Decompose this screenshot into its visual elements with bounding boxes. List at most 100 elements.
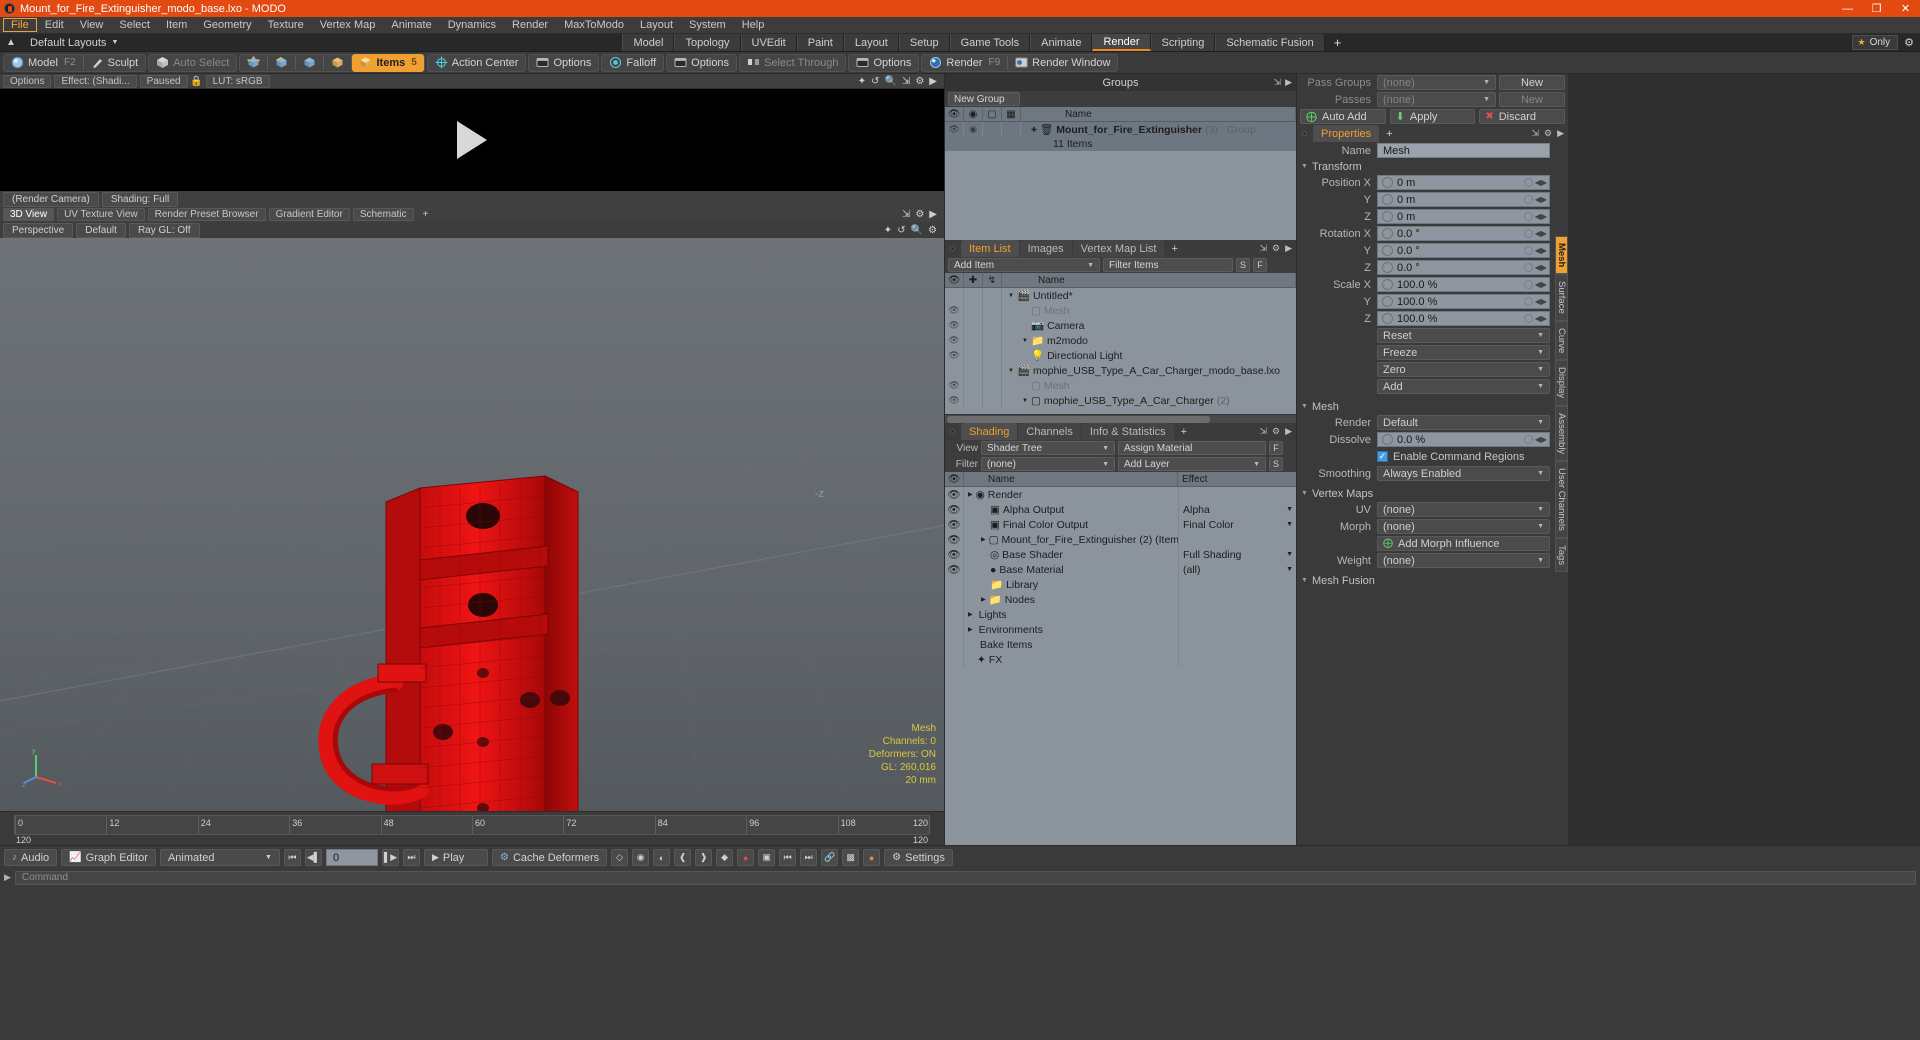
reset-dot-icon[interactable] [1523,246,1533,255]
preview-effect-tab[interactable]: Effect: (Shadi... [54,74,137,88]
shader-tree-row[interactable]: ▶ 📁 Nodes [945,592,1296,607]
spinner-arrows-icon[interactable]: ◀▶ [1535,280,1547,289]
animated-dropdown[interactable]: Animated ▼ [159,849,280,866]
pan-icon[interactable]: ✦ [884,225,892,236]
add-item-button[interactable]: Add Item ▼ [948,258,1100,272]
field-controls[interactable]: ◀▶ [1523,435,1549,444]
viewport-tab-uv-texture-view[interactable]: UV Texture View [57,208,145,221]
reset-dot-icon[interactable] [1523,314,1533,323]
spinner-arrows-icon[interactable]: ◀▶ [1535,263,1547,272]
uv-dropdown[interactable]: (none) ▼ [1377,502,1550,517]
item-list-tab-item-list[interactable]: Item List [961,240,1019,257]
vertex-mode-icon[interactable] [240,54,267,72]
add-shading-tab-button[interactable]: + [1175,423,1193,440]
auto-add-button[interactable]: ⨁ Auto Add [1300,109,1386,124]
transform-value-field[interactable]: 0.0 ° ◀▶ [1377,226,1550,241]
menu-animate[interactable]: Animate [383,18,439,32]
auto-select-button[interactable]: Auto Select [149,54,236,72]
item-list-tab-vertex-map-list[interactable]: Vertex Map List [1072,240,1165,257]
knob-icon[interactable] [1382,245,1393,256]
add-viewport-tab-button[interactable]: + [417,208,435,221]
transform-value-field[interactable]: 0 m ◀▶ [1377,192,1550,207]
expand-plus-icon[interactable]: ✚ [1031,126,1037,134]
play-button[interactable]: ▶ Play [423,849,488,866]
rotate-icon[interactable]: ↺ [871,76,879,87]
side-tab-mesh[interactable]: Mesh [1555,236,1568,275]
row-eye-icon[interactable]: 👁 [945,303,964,318]
spinner-arrows-icon[interactable]: ◀▶ [1535,195,1547,204]
vertex-maps-section-header[interactable]: ▼ Vertex Maps [1297,486,1568,501]
minimize-button[interactable]: — [1833,0,1862,17]
add-morph-influence-button[interactable]: ⨁ Add Morph Influence [1377,536,1550,551]
row-eye-icon[interactable]: 👁 [945,517,964,532]
items-mode-button[interactable]: Items 5 [352,53,424,72]
render-camera-button[interactable]: (Render Camera) [3,191,99,207]
shader-tree-row[interactable]: 📁 Library [945,577,1296,592]
shading-filter-dropdown[interactable]: (none) ▼ [981,457,1115,471]
row-axis-cell[interactable] [983,363,1002,378]
row-move-cell[interactable] [964,378,983,393]
row-axis-cell[interactable] [983,303,1002,318]
row-eye-icon[interactable]: 👁 [945,562,964,577]
gear-icon[interactable]: ⚙ [1272,426,1280,437]
set-key-right-button[interactable]: ❱ [695,849,713,866]
row-eye-icon[interactable]: 👁 [945,122,964,137]
row-eye-icon[interactable]: 👁 [945,378,964,393]
row-move-cell[interactable] [964,348,983,363]
menu-view[interactable]: View [72,18,112,32]
triangle-down-icon[interactable]: ▶ [968,626,973,633]
spinner-arrows-icon[interactable]: ◀▶ [1535,435,1547,444]
knob-icon[interactable] [1382,177,1393,188]
jump-end-button[interactable]: ⏭ [800,849,818,866]
expand-icon[interactable]: ⇲ [1274,77,1282,88]
viewport-tab-render-preset-browser[interactable]: Render Preset Browser [147,208,266,221]
gear-icon[interactable]: ⚙ [928,225,937,236]
row-eye-icon[interactable]: 👁 [945,487,964,502]
row-eye-icon[interactable]: 👁 [945,348,964,363]
next-frame-button[interactable]: ▌▶ [381,849,399,866]
transform-action-reset[interactable]: Reset ▼ [1377,328,1550,343]
shader-tree-row[interactable]: ✦ FX [945,652,1296,667]
transform-value-field[interactable]: 0.0 ° ◀▶ [1377,260,1550,275]
spinner-arrows-icon[interactable]: ◀▶ [1535,178,1547,187]
preview-lut-tab[interactable]: LUT: sRGB [205,74,270,88]
layout-tab-paint[interactable]: Paint [796,34,844,51]
triangle-down-icon[interactable]: ▶ [981,596,986,603]
falloff-options-button[interactable]: Options [667,54,736,72]
side-tab-user-channels[interactable]: User Channels [1555,460,1568,538]
expand-icon[interactable]: ⇲ [1259,243,1267,254]
menu-render[interactable]: Render [504,18,556,32]
apply-button[interactable]: ⬇ Apply [1389,109,1476,124]
shading-tab-info-statistics[interactable]: Info & Statistics [1081,423,1174,440]
row-eye-icon[interactable] [945,363,964,378]
expand-icon[interactable]: ⇲ [902,209,910,220]
default-shading-dropdown[interactable]: Default [76,222,126,238]
menu-geometry[interactable]: Geometry [195,18,259,32]
knob-icon[interactable] [1382,262,1393,273]
transform-action-add[interactable]: Add ▼ [1377,379,1550,394]
row-axis-cell[interactable] [983,333,1002,348]
polygon-mode-icon[interactable] [296,54,323,72]
menu-layout[interactable]: Layout [632,18,681,32]
knob-icon[interactable] [1382,279,1393,290]
groups-list-body[interactable]: 👁 ◉ ✚ 🗑 Mount_for_Fire_Extinguisher (3): Grou… [945,122,1296,240]
knob-icon[interactable] [1382,296,1393,307]
item-list-row[interactable]: ▼ 🎬 Untitled* [945,288,1296,303]
weight-dropdown[interactable]: (none) ▼ [1377,553,1550,568]
transform-value-field[interactable]: 100.0 % ◀▶ [1377,311,1550,326]
shader-effect-cell[interactable]: Alpha ▼ [1178,502,1296,517]
shading-full-button[interactable]: Shading: Full [101,191,179,207]
item-list-row[interactable]: 👁 ▢ Mesh [945,378,1296,393]
spinner-arrows-icon[interactable]: ◀▶ [1535,246,1547,255]
menu-vertex-map[interactable]: Vertex Map [312,18,384,32]
triangle-down-icon[interactable]: ▼ [1008,368,1014,374]
only-toggle[interactable]: ★ Only [1852,35,1899,50]
shader-tree-row[interactable]: ▶ Lights [945,607,1296,622]
item-list-row[interactable]: ▼ 🎬 mophie_USB_Type_A_Car_Charger_modo_bas… [945,363,1296,378]
triangle-down-icon[interactable]: ▶ [968,611,973,618]
select-through-button[interactable]: Select Through [740,54,845,72]
transform-section-header[interactable]: ▼ Transform [1297,159,1568,174]
group-keys-button[interactable]: ▩ [842,849,860,866]
row-eye-icon[interactable]: 👁 [945,547,964,562]
item-list-row[interactable]: 👁 📷 Camera [945,318,1296,333]
